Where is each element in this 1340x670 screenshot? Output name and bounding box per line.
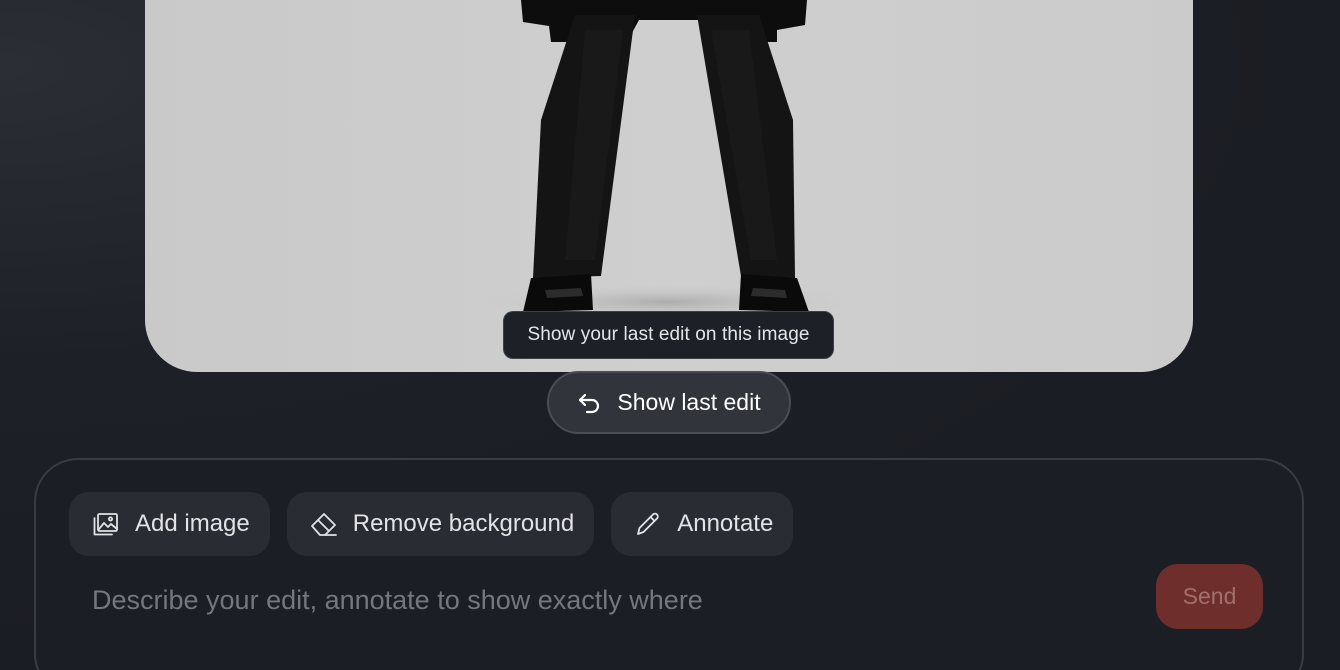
pencil-icon	[633, 509, 663, 539]
annotate-label: Annotate	[677, 510, 774, 537]
add-image-label: Add image	[135, 510, 250, 537]
edit-composer: Add image Remove background Annotate Des…	[34, 458, 1304, 670]
remove-background-button[interactable]: Remove background	[286, 492, 595, 556]
eraser-icon	[309, 509, 339, 539]
editor-stage: Show your last edit on this image Show l…	[0, 0, 1340, 670]
show-last-edit-button[interactable]: Show last edit	[547, 371, 791, 434]
remove-background-label: Remove background	[352, 510, 575, 537]
add-image-icon	[91, 509, 121, 539]
composer-toolbar: Add image Remove background Annotate	[69, 492, 794, 556]
edit-prompt-input[interactable]	[92, 578, 1092, 622]
undo-icon	[577, 390, 603, 416]
send-button[interactable]: Send	[1156, 564, 1263, 629]
add-image-button[interactable]: Add image	[69, 492, 270, 556]
annotate-button[interactable]: Annotate	[611, 492, 794, 556]
show-last-edit-tooltip: Show your last edit on this image	[503, 311, 834, 359]
show-last-edit-label: Show last edit	[617, 389, 761, 415]
